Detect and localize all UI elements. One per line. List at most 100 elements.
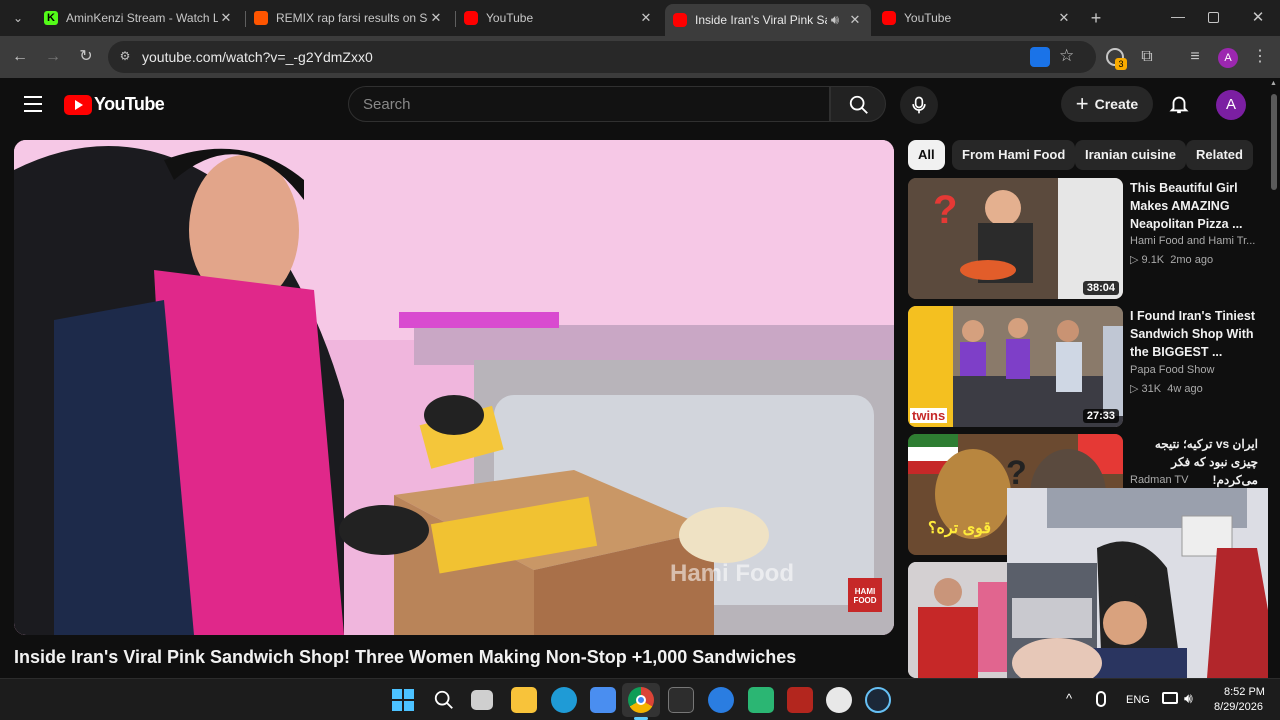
create-label: Create xyxy=(1094,96,1139,112)
cast-icon[interactable] xyxy=(1030,47,1050,67)
file-explorer-icon[interactable] xyxy=(511,687,537,713)
tab-1[interactable]: K AminKenzi Stream - Watch Liv ✕ xyxy=(36,4,242,32)
maximize-button[interactable] xyxy=(1208,12,1219,23)
volume-icon[interactable]: 🔊︎ xyxy=(1184,690,1193,707)
svg-text:?: ? xyxy=(1006,454,1027,492)
network-icon[interactable] xyxy=(1162,692,1178,704)
view-count: 9.1K xyxy=(1141,254,1165,266)
microphone-icon xyxy=(912,96,926,114)
tab-5-title: YouTube xyxy=(904,11,952,25)
webcam-image xyxy=(1007,488,1280,678)
recommendation-channel[interactable]: Papa Food Show xyxy=(1130,364,1214,376)
video-player[interactable]: Hami Food HAMI FOOD xyxy=(14,140,894,635)
menu-dots-icon[interactable]: ⋮ xyxy=(1248,45,1272,69)
youtube-logo[interactable]: YouTube xyxy=(64,94,165,115)
page-scrollbar-thumb[interactable] xyxy=(1271,94,1277,190)
dota-icon[interactable] xyxy=(787,687,813,713)
back-icon[interactable]: ← xyxy=(8,45,32,69)
forward-icon[interactable]: → xyxy=(41,45,65,69)
terminal-icon[interactable] xyxy=(668,687,694,713)
extensions-puzzle-icon[interactable]: ⧉ xyxy=(1135,45,1159,69)
chip-all[interactable]: All xyxy=(908,140,945,170)
youtube-header: YouTube Search + Create A xyxy=(0,78,1268,134)
search-button[interactable] xyxy=(830,86,886,122)
close-icon[interactable]: ✕ xyxy=(847,12,863,28)
tab-search-icon[interactable]: ⌄ xyxy=(8,8,28,28)
close-window-button[interactable]: ✕ xyxy=(1248,8,1268,26)
chip-iranian-cuisine[interactable]: Iranian cuisine xyxy=(1075,140,1187,170)
app-green-icon[interactable] xyxy=(748,687,774,713)
windows-taskbar: ^ ENG 🔊︎ 8:52 PM 8/29/2026 xyxy=(0,678,1280,720)
recommendation-thumbnail[interactable]: ? 38:04 xyxy=(908,178,1123,299)
channel-logo-line-1: HAMI xyxy=(854,587,876,596)
reload-icon[interactable]: ↻ xyxy=(74,45,98,69)
video-title: Inside Iran's Viral Pink Sandwich Shop! … xyxy=(14,647,797,667)
task-view-icon[interactable] xyxy=(471,690,493,710)
video-watermark: Hami Food xyxy=(670,560,794,587)
tab-4-title: Inside Iran's Viral Pink Sand xyxy=(695,13,827,27)
chip-from-hami-food[interactable]: From Hami Food xyxy=(952,140,1076,170)
close-icon[interactable]: ✕ xyxy=(1056,10,1072,26)
tab-4-active[interactable]: Inside Iran's Viral Pink Sand 🔊︎ ✕ xyxy=(665,4,871,36)
tab-5[interactable]: YouTube ✕ xyxy=(874,4,1080,32)
search-placeholder: Search xyxy=(363,96,411,113)
microsoft-store-icon[interactable] xyxy=(590,687,616,713)
recommendation-stats: ▷ 31K 4w ago xyxy=(1130,382,1203,395)
tab-2[interactable]: REMIX rap farsi results on Sou ✕ xyxy=(246,4,452,32)
soundcloud-icon xyxy=(254,11,268,25)
media-player-icon[interactable] xyxy=(826,687,852,713)
tray-overflow-icon[interactable]: ^ xyxy=(1066,691,1072,706)
search-icon xyxy=(849,95,868,114)
bookmark-star-icon[interactable]: ☆ xyxy=(1059,46,1074,66)
youtube-play-icon xyxy=(64,94,92,115)
upload-age: 2mo ago xyxy=(1170,254,1214,266)
voice-search-button[interactable] xyxy=(900,86,938,124)
webcam-overlay xyxy=(1007,488,1280,678)
svg-text:?: ? xyxy=(933,188,957,232)
recommendation-channel[interactable]: Radman TV xyxy=(1130,474,1189,486)
close-icon[interactable]: ✕ xyxy=(218,10,234,26)
youtube-icon xyxy=(882,11,896,25)
play-count-icon: ▷ xyxy=(1130,254,1142,266)
tab-3[interactable]: YouTube ✕ xyxy=(456,4,662,32)
plus-icon: + xyxy=(1075,91,1089,116)
youtube-icon xyxy=(673,13,687,27)
recommendation-title[interactable]: I Found Iran's Tiniest Sandwich Shop Wit… xyxy=(1130,307,1258,361)
clock-time[interactable]: 8:52 PM xyxy=(1224,686,1265,698)
user-avatar[interactable]: A xyxy=(1216,90,1246,120)
kick-icon: K xyxy=(44,11,58,25)
upload-age: 4w ago xyxy=(1167,383,1203,395)
search-input[interactable]: Search xyxy=(348,86,830,122)
create-button[interactable]: + Create xyxy=(1061,86,1153,122)
clock-date[interactable]: 8/29/2026 xyxy=(1214,701,1263,713)
video-duration: 38:04 xyxy=(1082,281,1119,295)
app-v-icon[interactable] xyxy=(708,687,734,713)
site-info-icon[interactable]: ⚙ xyxy=(117,49,133,65)
url-text[interactable]: youtube.com/watch?v=_-g2YdmZxx0 xyxy=(142,49,373,65)
new-tab-button[interactable]: + xyxy=(1086,8,1106,28)
notifications-bell-icon[interactable] xyxy=(1168,92,1190,116)
view-count: 31K xyxy=(1141,383,1162,395)
input-language[interactable]: ENG xyxy=(1126,694,1150,706)
media-controls-icon[interactable]: ≡ xyxy=(1183,45,1207,69)
recommendation-thumbnail[interactable]: twins 27:33 xyxy=(908,306,1123,427)
channel-logo-line-2: FOOD xyxy=(853,596,877,605)
scroll-up-arrow-icon[interactable]: ▲ xyxy=(1270,80,1277,87)
recommendation-channel[interactable]: Hami Food and Hami Tr... xyxy=(1130,235,1255,247)
chrome-inner-dot xyxy=(636,695,646,705)
profile-avatar[interactable]: A xyxy=(1218,48,1238,68)
thumbnail-text: twins xyxy=(910,408,948,423)
chip-related[interactable]: Related xyxy=(1186,140,1253,170)
minimize-button[interactable]: — xyxy=(1168,8,1188,24)
address-bar[interactable]: ⚙ youtube.com/watch?v=_-g2YdmZxx0 ☆ xyxy=(108,41,1096,73)
close-icon[interactable]: ✕ xyxy=(638,10,654,26)
close-icon[interactable]: ✕ xyxy=(428,10,444,26)
speaker-icon[interactable]: 🔊︎ xyxy=(827,12,843,28)
recommendation-title[interactable]: This Beautiful Girl Makes AMAZING Neapol… xyxy=(1130,179,1258,233)
taskbar-search-icon[interactable] xyxy=(433,689,455,716)
tray-microphone-icon[interactable] xyxy=(1096,691,1106,707)
edge-icon[interactable] xyxy=(551,687,577,713)
steam-icon[interactable] xyxy=(865,687,891,713)
start-windows-icon[interactable] xyxy=(392,689,414,711)
hamburger-menu-icon[interactable] xyxy=(24,96,42,112)
